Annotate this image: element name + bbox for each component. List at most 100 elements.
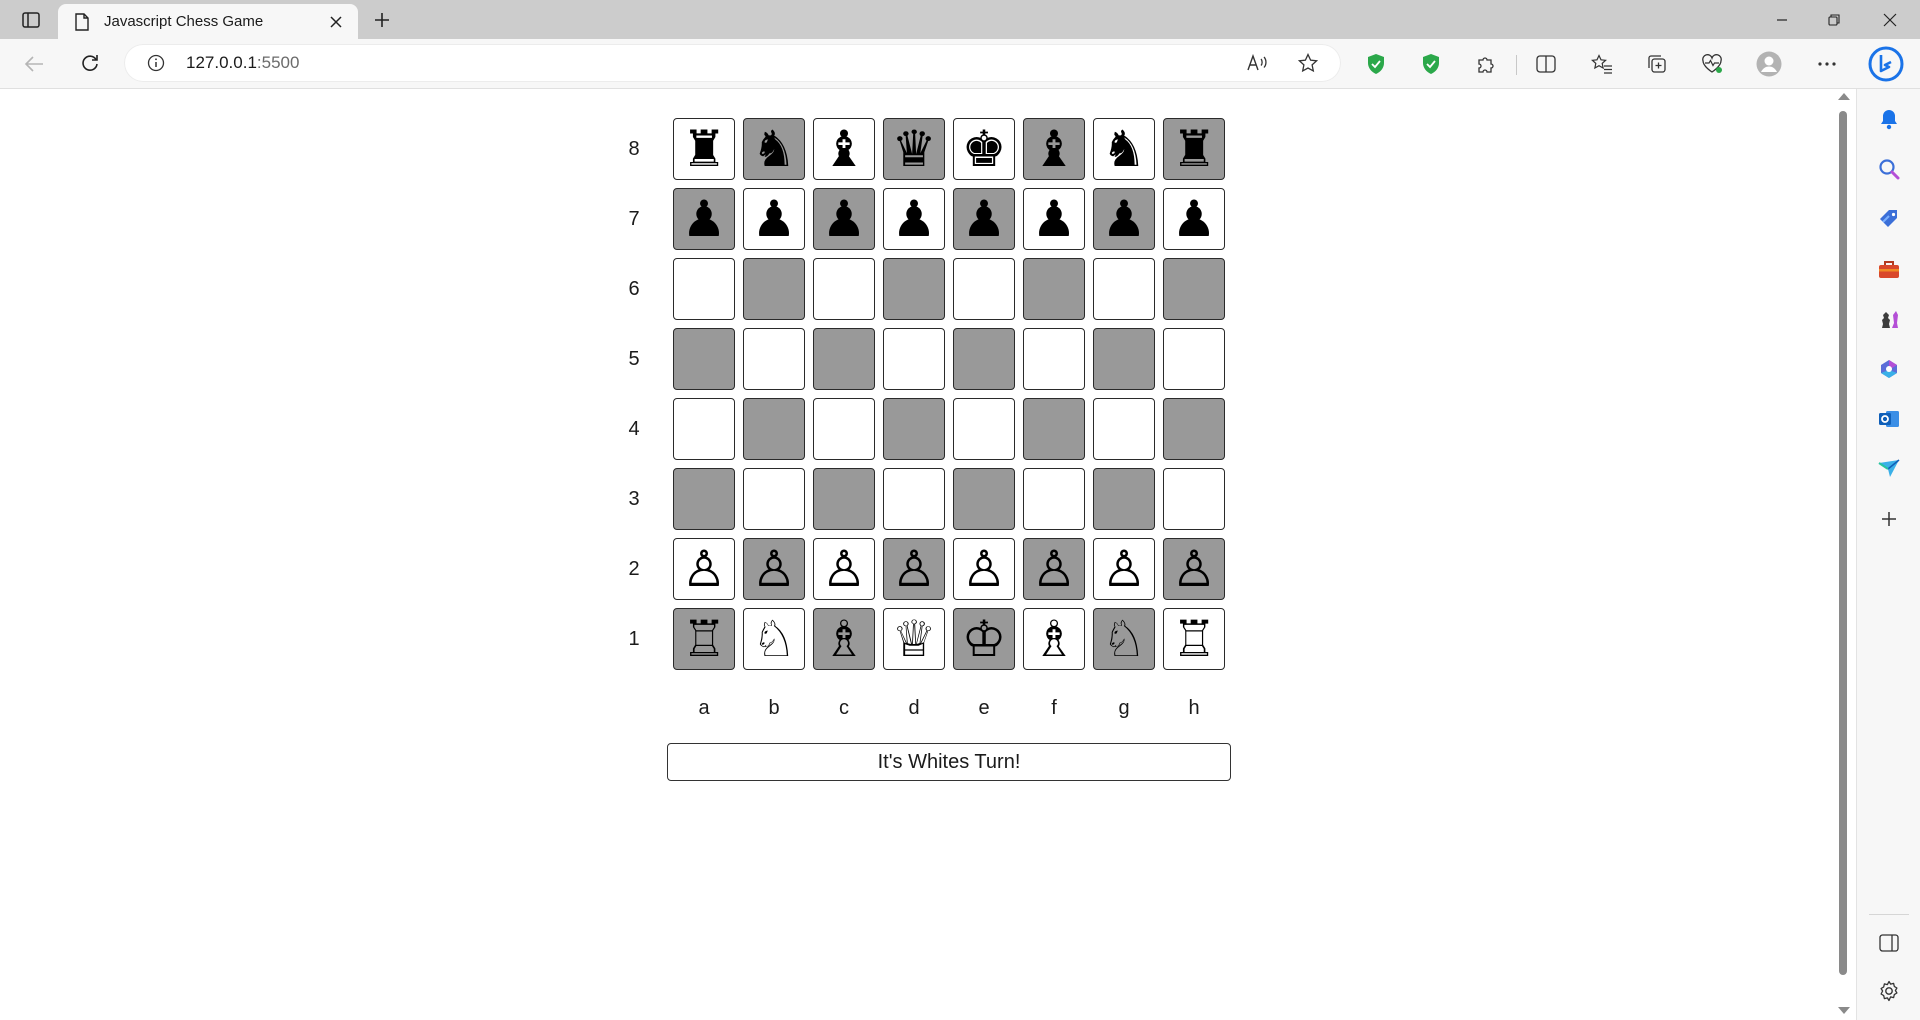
square-b1[interactable]: ♘ — [743, 608, 805, 670]
games-button[interactable] — [1873, 303, 1905, 335]
collections-button[interactable] — [1639, 47, 1675, 81]
square-d2[interactable]: ♙ — [883, 538, 945, 600]
square-d4[interactable] — [883, 398, 945, 460]
square-h3[interactable] — [1163, 468, 1225, 530]
square-g4[interactable] — [1093, 398, 1155, 460]
white-pawn-icon[interactable]: ♙ — [682, 544, 727, 594]
black-pawn-icon[interactable]: ♟ — [752, 194, 797, 244]
square-b6[interactable] — [743, 258, 805, 320]
square-f1[interactable]: ♗ — [1023, 608, 1085, 670]
square-a1[interactable]: ♖ — [673, 608, 735, 670]
white-bishop-icon[interactable]: ♗ — [1032, 614, 1077, 664]
square-e4[interactable] — [953, 398, 1015, 460]
square-h7[interactable]: ♟ — [1163, 188, 1225, 250]
square-c2[interactable]: ♙ — [813, 538, 875, 600]
extension-shield-button[interactable] — [1358, 47, 1394, 81]
bing-copilot-button[interactable] — [1864, 42, 1908, 86]
white-king-icon[interactable]: ♔ — [962, 614, 1007, 664]
black-rook-icon[interactable]: ♜ — [682, 124, 727, 174]
square-g8[interactable]: ♞ — [1093, 118, 1155, 180]
black-rook-icon[interactable]: ♜ — [1172, 124, 1217, 174]
extensions-button[interactable] — [1468, 47, 1504, 81]
split-screen-button[interactable] — [1528, 47, 1564, 81]
square-f8[interactable]: ♝ — [1023, 118, 1085, 180]
close-tab-icon[interactable] — [324, 10, 348, 34]
square-g2[interactable]: ♙ — [1093, 538, 1155, 600]
microsoft-365-button[interactable] — [1873, 353, 1905, 385]
square-a5[interactable] — [673, 328, 735, 390]
settings-more-button[interactable] — [1809, 47, 1845, 81]
sidebar-search-button[interactable] — [1873, 153, 1905, 185]
drop-button[interactable] — [1873, 453, 1905, 485]
square-f3[interactable] — [1023, 468, 1085, 530]
square-b5[interactable] — [743, 328, 805, 390]
square-c3[interactable] — [813, 468, 875, 530]
square-a4[interactable] — [673, 398, 735, 460]
tab-actions-button[interactable] — [10, 6, 52, 34]
square-c7[interactable]: ♟ — [813, 188, 875, 250]
square-g6[interactable] — [1093, 258, 1155, 320]
notifications-button[interactable] — [1873, 103, 1905, 135]
square-a8[interactable]: ♜ — [673, 118, 735, 180]
black-king-icon[interactable]: ♚ — [962, 124, 1007, 174]
square-f2[interactable]: ♙ — [1023, 538, 1085, 600]
square-a7[interactable]: ♟ — [673, 188, 735, 250]
white-pawn-icon[interactable]: ♙ — [962, 544, 1007, 594]
new-tab-button[interactable] — [366, 6, 398, 34]
square-d8[interactable]: ♛ — [883, 118, 945, 180]
profile-button[interactable] — [1751, 47, 1787, 81]
active-tab[interactable]: Javascript Chess Game — [58, 4, 358, 39]
square-f6[interactable] — [1023, 258, 1085, 320]
white-knight-icon[interactable]: ♘ — [752, 614, 797, 664]
scroll-down-arrow-icon[interactable] — [1838, 1007, 1850, 1014]
square-d5[interactable] — [883, 328, 945, 390]
favorite-star-button[interactable] — [1292, 48, 1324, 78]
square-g5[interactable] — [1093, 328, 1155, 390]
black-knight-icon[interactable]: ♞ — [752, 124, 797, 174]
extension-shield-button-2[interactable] — [1413, 47, 1449, 81]
white-bishop-icon[interactable]: ♗ — [822, 614, 867, 664]
add-sidebar-app-button[interactable] — [1873, 503, 1905, 535]
square-f5[interactable] — [1023, 328, 1085, 390]
black-pawn-icon[interactable]: ♟ — [1032, 194, 1077, 244]
white-pawn-icon[interactable]: ♙ — [892, 544, 937, 594]
square-c8[interactable]: ♝ — [813, 118, 875, 180]
close-window-button[interactable] — [1862, 0, 1918, 39]
white-queen-icon[interactable]: ♕ — [892, 614, 937, 664]
black-knight-icon[interactable]: ♞ — [1102, 124, 1147, 174]
white-pawn-icon[interactable]: ♙ — [1032, 544, 1077, 594]
square-d3[interactable] — [883, 468, 945, 530]
white-pawn-icon[interactable]: ♙ — [1102, 544, 1147, 594]
refresh-button[interactable] — [72, 47, 108, 81]
square-g7[interactable]: ♟ — [1093, 188, 1155, 250]
back-button[interactable] — [16, 47, 52, 81]
square-h2[interactable]: ♙ — [1163, 538, 1225, 600]
scroll-up-arrow-icon[interactable] — [1838, 93, 1850, 100]
square-c5[interactable] — [813, 328, 875, 390]
black-bishop-icon[interactable]: ♝ — [1032, 124, 1077, 174]
square-g3[interactable] — [1093, 468, 1155, 530]
square-a6[interactable] — [673, 258, 735, 320]
square-e6[interactable] — [953, 258, 1015, 320]
black-pawn-icon[interactable]: ♟ — [1172, 194, 1217, 244]
square-h5[interactable] — [1163, 328, 1225, 390]
black-pawn-icon[interactable]: ♟ — [1102, 194, 1147, 244]
square-e7[interactable]: ♟ — [953, 188, 1015, 250]
site-info-icon[interactable] — [146, 53, 166, 73]
minimize-button[interactable] — [1754, 0, 1810, 39]
square-d6[interactable] — [883, 258, 945, 320]
square-a2[interactable]: ♙ — [673, 538, 735, 600]
square-d1[interactable]: ♕ — [883, 608, 945, 670]
page-scrollbar[interactable] — [1833, 89, 1853, 1020]
white-rook-icon[interactable]: ♖ — [1172, 614, 1217, 664]
url-text[interactable]: 127.0.0.1:5500 — [186, 53, 299, 73]
restore-button[interactable] — [1806, 0, 1862, 39]
square-b4[interactable] — [743, 398, 805, 460]
white-pawn-icon[interactable]: ♙ — [822, 544, 867, 594]
black-pawn-icon[interactable]: ♟ — [682, 194, 727, 244]
shopping-button[interactable] — [1873, 203, 1905, 235]
square-f7[interactable]: ♟ — [1023, 188, 1085, 250]
read-aloud-button[interactable] — [1242, 48, 1274, 78]
square-d7[interactable]: ♟ — [883, 188, 945, 250]
square-f4[interactable] — [1023, 398, 1085, 460]
